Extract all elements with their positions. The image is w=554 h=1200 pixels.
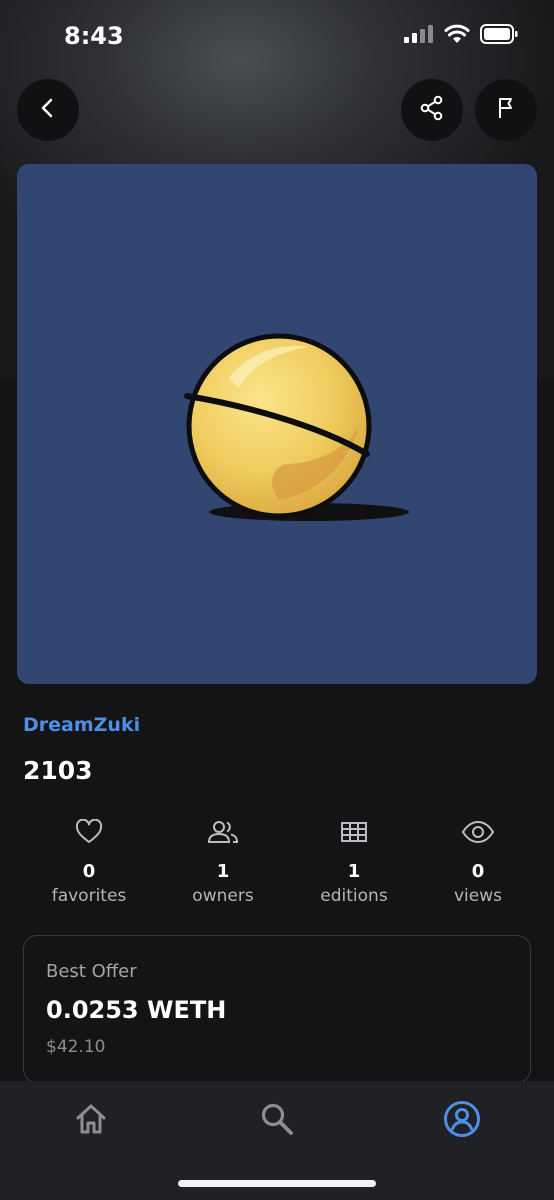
status-bar: 8:43 (0, 0, 554, 70)
views-label: views (453, 886, 502, 906)
editions-label: editions (320, 886, 388, 906)
back-button[interactable] (17, 79, 79, 141)
tab-home[interactable] (61, 1093, 121, 1149)
grid-icon (294, 815, 414, 849)
home-indicator (178, 1180, 376, 1187)
flag-icon (494, 96, 518, 124)
best-offer-label: Best Offer (46, 961, 137, 982)
profile-icon (443, 1100, 481, 1142)
tab-profile[interactable] (432, 1093, 492, 1149)
token-title: 2103 (23, 756, 93, 785)
report-button[interactable] (475, 79, 537, 141)
editions-count: 1 (347, 861, 361, 882)
battery-icon (480, 24, 518, 48)
ball-icon (184, 333, 409, 521)
best-offer-price: 0.0253 WETH (46, 996, 227, 1024)
home-icon (74, 1103, 108, 1139)
views-count: 0 (471, 861, 485, 882)
owners-count: 1 (216, 861, 230, 882)
stat-views[interactable]: 0 views (418, 815, 538, 906)
stat-editions[interactable]: 1 editions (294, 815, 414, 906)
signal-icon (404, 25, 434, 47)
tab-search[interactable] (247, 1093, 307, 1149)
search-icon (260, 1102, 294, 1140)
collection-link[interactable]: DreamZuki (23, 714, 140, 736)
share-button[interactable] (401, 79, 463, 141)
stat-favorites[interactable]: 0 favorites (29, 815, 149, 906)
status-time: 8:43 (64, 22, 124, 50)
share-icon (419, 95, 445, 125)
bottom-tab-bar (0, 1081, 554, 1200)
wifi-icon (444, 24, 470, 48)
favorites-count: 0 (82, 861, 96, 882)
eye-icon (418, 815, 538, 849)
stats-row: 0 favorites 1 owners 1 editions 0 views (0, 815, 554, 915)
best-offer-card[interactable]: Best Offer 0.0253 WETH $42.10 (23, 935, 531, 1083)
favorites-label: favorites (51, 886, 127, 906)
nft-artwork[interactable] (17, 164, 537, 684)
best-offer-usd: $42.10 (46, 1037, 106, 1057)
stat-owners[interactable]: 1 owners (163, 815, 283, 906)
owners-icon (163, 815, 283, 849)
back-icon (36, 96, 60, 124)
heart-icon (29, 815, 149, 849)
owners-label: owners (192, 886, 254, 906)
status-icons (404, 24, 518, 48)
